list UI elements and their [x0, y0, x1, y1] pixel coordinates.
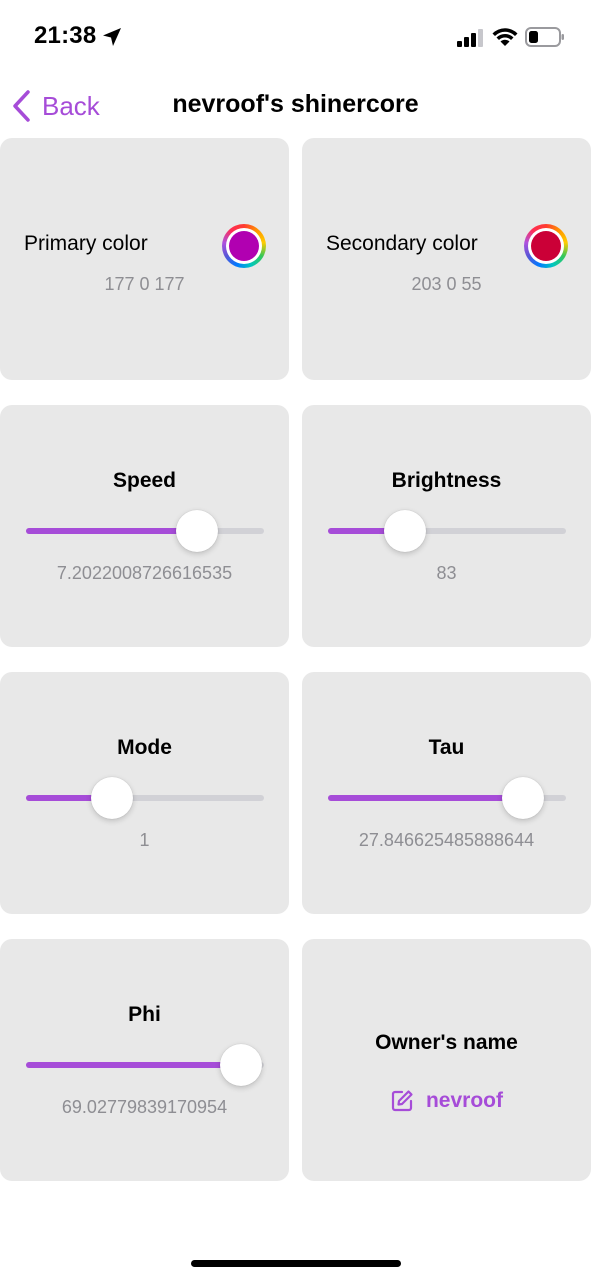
phi-value: 69.02779839170954 [61, 1097, 228, 1117]
mode-label: Mode [117, 736, 172, 759]
edit-owner-name-button[interactable]: nevroof [302, 1089, 591, 1113]
status-bar: 21:38 [0, 0, 591, 76]
status-time: 21:38 [34, 22, 97, 49]
secondary-color-card: Secondary color 203 0 55 [302, 138, 591, 380]
secondary-color-picker[interactable] [524, 224, 568, 268]
phi-card: Phi 69.02779839170954 [0, 939, 289, 1181]
home-indicator [191, 1260, 401, 1267]
brightness-label: Brightness [391, 469, 502, 492]
brightness-card: Brightness 83 [302, 405, 591, 647]
speed-slider-fill [26, 528, 198, 534]
brightness-value: 83 [436, 563, 457, 583]
wifi-icon [492, 28, 518, 46]
page-title: nevroof's shinercore [172, 90, 419, 118]
brightness-slider-thumb[interactable] [384, 510, 427, 552]
owner-card: Owner's name nevroof [302, 939, 591, 1181]
speed-value: 7.2022008726616535 [56, 563, 233, 583]
speed-slider-thumb[interactable] [176, 510, 219, 552]
owner-name-value: nevroof [425, 1089, 503, 1112]
secondary-color-label: Secondary color [326, 232, 478, 255]
primary-color-dot [229, 231, 259, 261]
primary-color-value: 177 0 177 [104, 274, 185, 294]
brightness-slider[interactable] [328, 510, 566, 552]
speed-card: Speed 7.2022008726616535 [0, 405, 289, 647]
speed-label: Speed [112, 469, 177, 492]
cellular-signal-icon [457, 29, 483, 47]
tau-slider-fill [328, 795, 524, 801]
tau-card: Tau 27.846625485888644 [302, 672, 591, 914]
mode-card: Mode 1 [0, 672, 289, 914]
owner-name-label: Owner's name [375, 1031, 518, 1054]
speed-slider[interactable] [26, 510, 264, 552]
secondary-color-value: 203 0 55 [411, 274, 482, 294]
phi-label: Phi [128, 1003, 161, 1026]
phi-slider-thumb[interactable] [220, 1044, 263, 1086]
primary-color-picker[interactable] [222, 224, 266, 268]
secondary-color-dot [531, 231, 561, 261]
location-arrow-icon [103, 28, 121, 46]
tau-slider-thumb[interactable] [502, 777, 545, 819]
phi-slider[interactable] [26, 1044, 264, 1086]
mode-slider[interactable] [26, 777, 264, 819]
primary-color-label: Primary color [24, 232, 148, 255]
mode-slider-thumb[interactable] [90, 777, 133, 819]
mode-value: 1 [139, 830, 150, 850]
edit-icon [391, 1090, 413, 1112]
battery-icon [525, 27, 564, 47]
tau-label: Tau [428, 736, 465, 759]
tau-slider[interactable] [328, 777, 566, 819]
navigation-bar: Back nevroof's shinercore [0, 76, 591, 136]
primary-color-card: Primary color 177 0 177 [0, 138, 289, 380]
phi-slider-fill [26, 1062, 242, 1068]
tau-value: 27.846625485888644 [358, 830, 535, 850]
